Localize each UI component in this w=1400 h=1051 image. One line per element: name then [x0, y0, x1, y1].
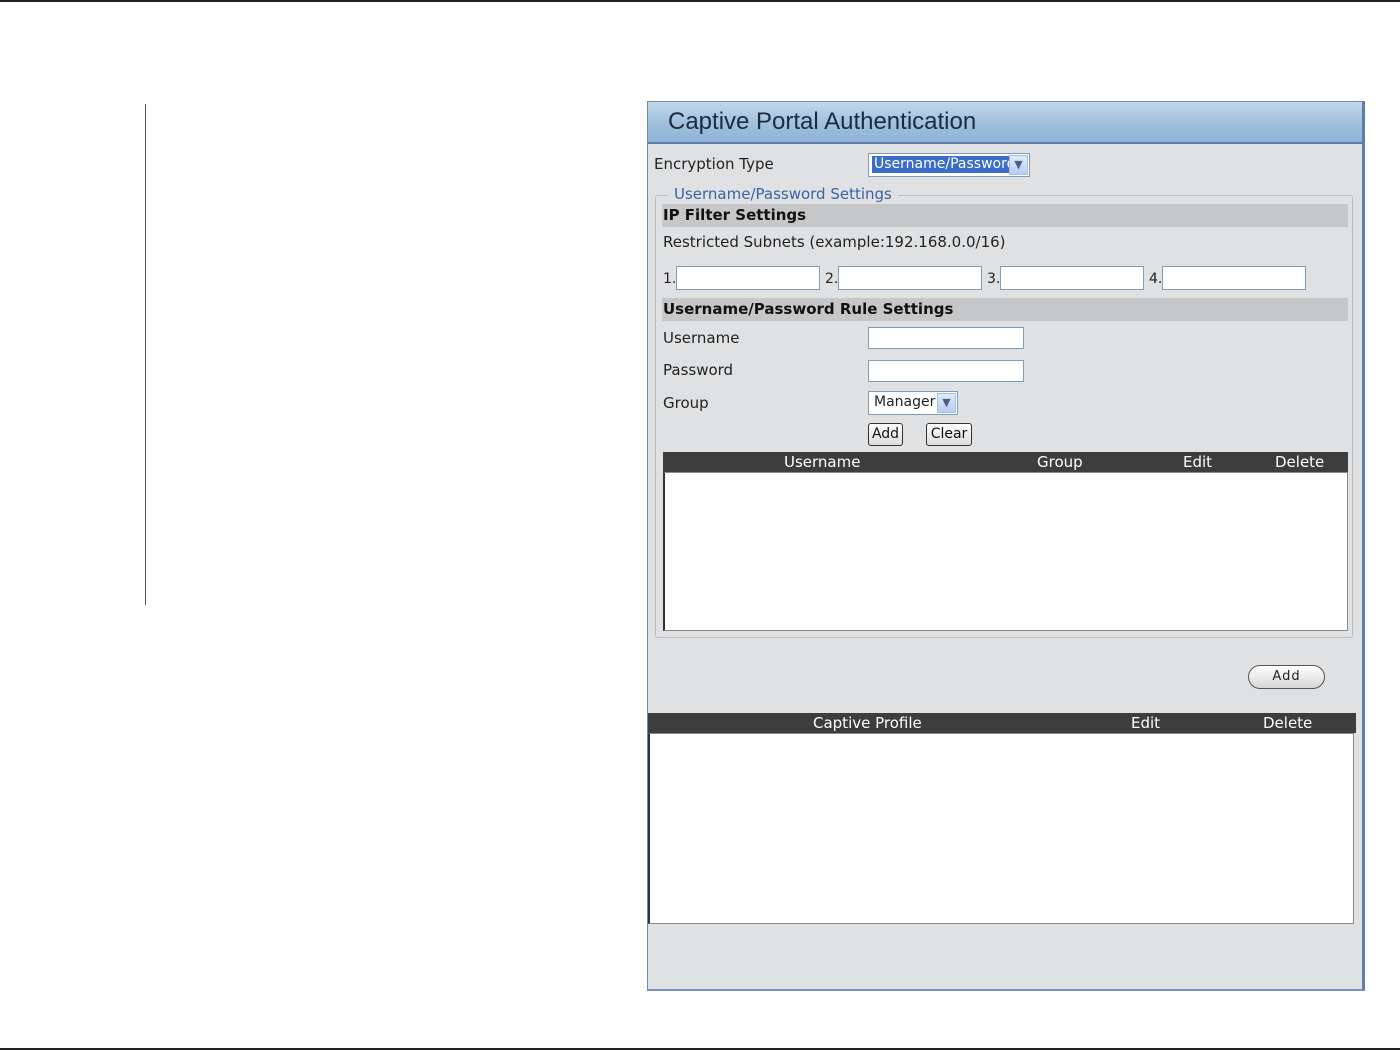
subnet-4-label: 4.	[1149, 271, 1163, 287]
restricted-subnets-hint: Restricted Subnets (example:192.168.0.0/…	[663, 233, 1006, 251]
encryption-type-select[interactable]: Username/Password ▼	[868, 153, 1030, 177]
profiles-table-header: Captive Profile Edit Delete	[648, 713, 1356, 733]
encryption-type-label: Encryption Type	[654, 155, 774, 173]
page-top-rule	[0, 0, 1400, 2]
captive-portal-panel: Captive Portal Authentication Encryption…	[647, 101, 1365, 991]
chevron-down-icon[interactable]: ▼	[1009, 155, 1028, 175]
column-delete[interactable]: Delete	[1275, 452, 1324, 472]
group-label: Group	[663, 394, 709, 412]
subnet-3-input[interactable]	[1000, 266, 1144, 290]
column-group[interactable]: Group	[1037, 452, 1083, 472]
group-value: Manager	[874, 394, 936, 410]
add-profile-button[interactable]: Add	[1248, 665, 1325, 689]
chevron-down-icon[interactable]: ▼	[937, 393, 956, 413]
add-rule-button[interactable]: Add	[868, 423, 903, 446]
users-table-header: Username Group Edit Delete	[663, 452, 1348, 472]
subnet-4-input[interactable]	[1162, 266, 1306, 290]
panel-header: Captive Portal Authentication	[648, 102, 1362, 144]
panel-title: Captive Portal Authentication	[668, 108, 977, 135]
profiles-table-body	[648, 733, 1354, 924]
clear-rule-button[interactable]: Clear	[926, 423, 972, 446]
encryption-type-value: Username/Password	[872, 156, 1018, 173]
users-table-body	[663, 472, 1348, 631]
subnet-2-input[interactable]	[838, 266, 982, 290]
column-profile-edit[interactable]: Edit	[1131, 713, 1160, 733]
username-label: Username	[663, 329, 740, 347]
ip-filter-heading: IP Filter Settings	[662, 204, 1348, 227]
page-bottom-rule	[0, 1048, 1400, 1050]
side-divider	[145, 104, 146, 605]
password-input[interactable]	[868, 360, 1024, 382]
username-input[interactable]	[868, 327, 1024, 349]
password-label: Password	[663, 361, 734, 379]
group-select[interactable]: Manager ▼	[868, 391, 958, 415]
subnet-1-label: 1.	[663, 271, 677, 287]
settings-legend: Username/Password Settings	[668, 185, 898, 203]
column-edit[interactable]: Edit	[1183, 452, 1212, 472]
column-profile-delete[interactable]: Delete	[1263, 713, 1312, 733]
subnet-3-label: 3.	[987, 271, 1001, 287]
subnet-1-input[interactable]	[676, 266, 820, 290]
rule-settings-heading: Username/Password Rule Settings	[662, 298, 1348, 321]
subnet-2-label: 2.	[825, 271, 839, 287]
column-username[interactable]: Username	[784, 452, 860, 472]
column-captive-profile[interactable]: Captive Profile	[813, 713, 922, 733]
